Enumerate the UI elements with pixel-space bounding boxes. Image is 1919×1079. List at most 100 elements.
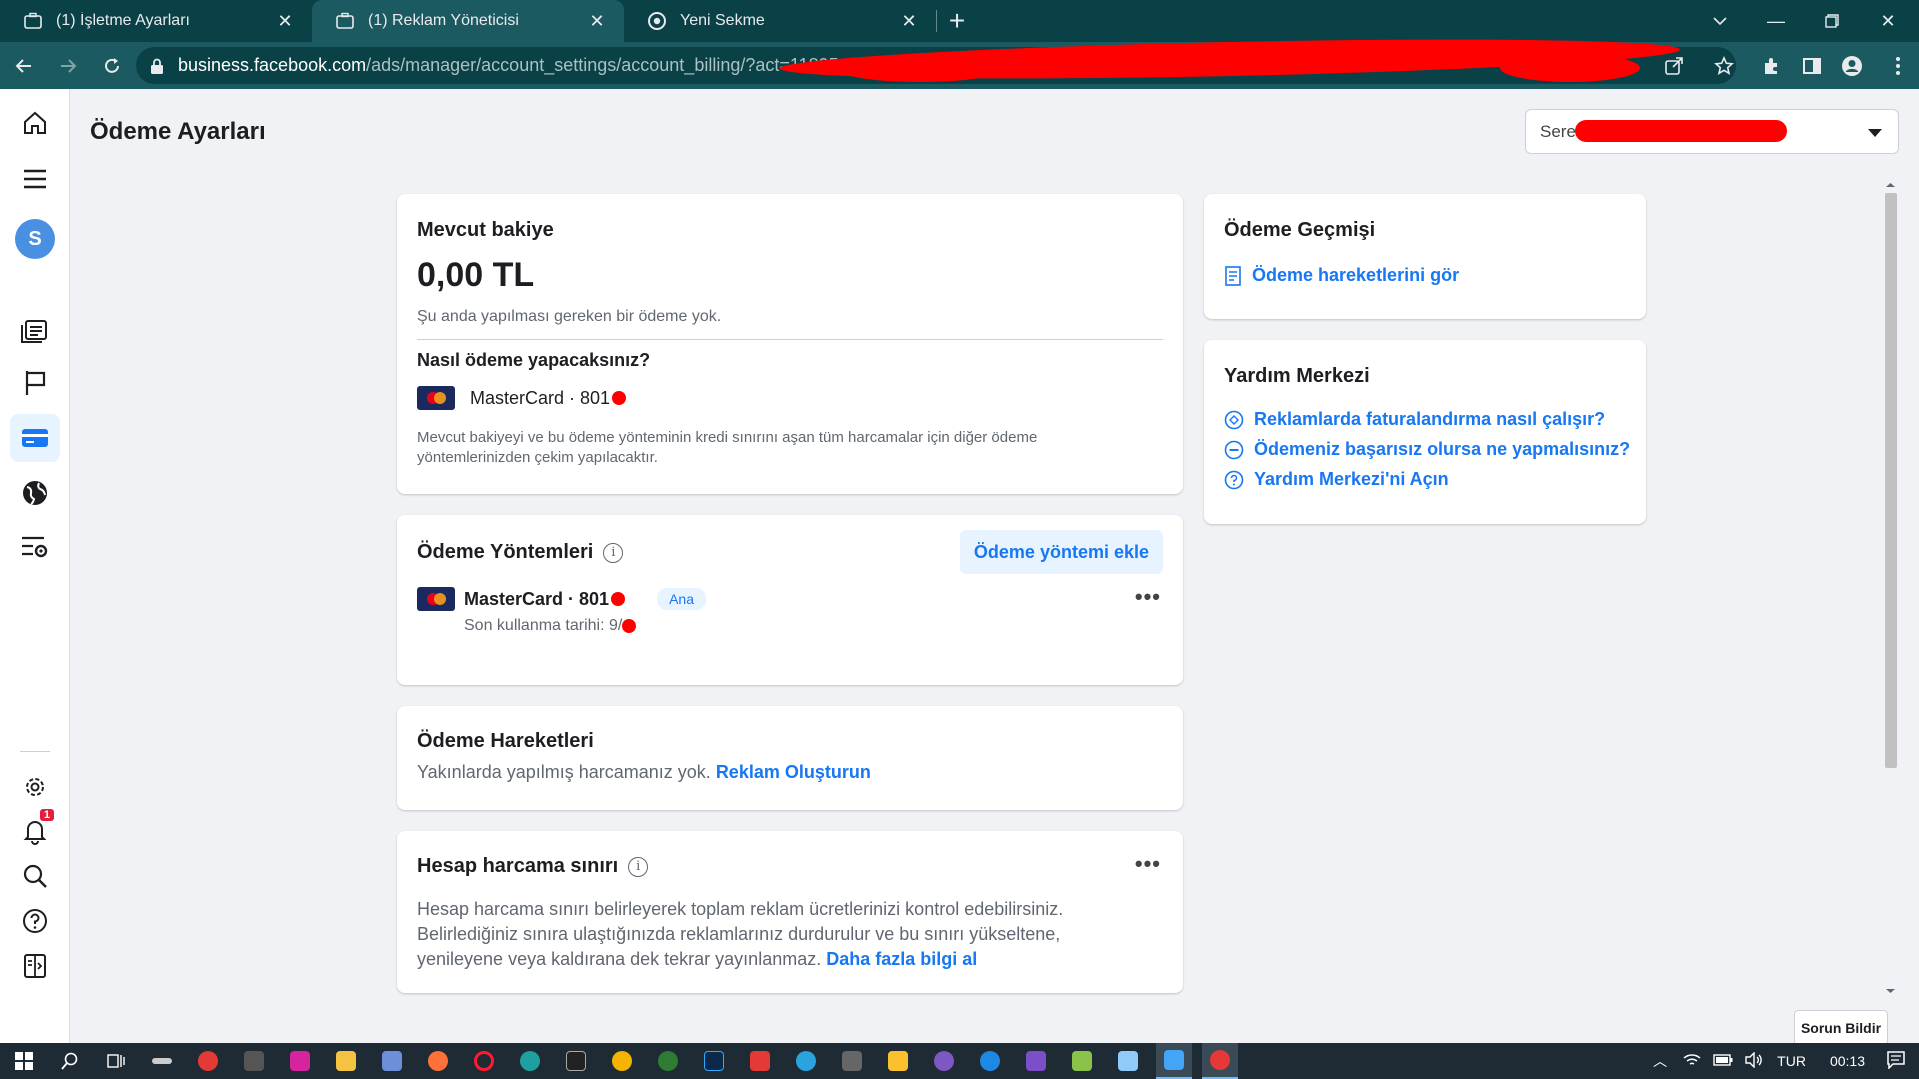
app-icon[interactable] <box>1110 1043 1146 1079</box>
globe-icon[interactable] <box>10 469 60 517</box>
visual-studio-icon[interactable] <box>1018 1043 1054 1079</box>
instagram-icon[interactable] <box>282 1043 318 1079</box>
reload-icon[interactable] <box>92 46 132 86</box>
settings-list-icon[interactable] <box>10 523 60 571</box>
app-icon[interactable] <box>926 1043 962 1079</box>
tab-new-tab[interactable]: Yeni Sekme ✕ <box>624 0 936 42</box>
app-icon[interactable] <box>374 1043 410 1079</box>
page-scrollbar[interactable] <box>1882 178 1899 996</box>
search-icon[interactable] <box>10 852 60 900</box>
help-center-card: Yardım Merkezi Reklamlarda faturalandırm… <box>1204 340 1646 524</box>
scrollbar-thumb[interactable] <box>1885 193 1897 768</box>
methods-title: Ödeme Yöntemleri <box>417 541 594 563</box>
notepad-icon[interactable] <box>1064 1043 1100 1079</box>
view-transactions-link[interactable]: Ödeme hareketlerini gör <box>1252 265 1459 286</box>
extensions-puzzle-icon[interactable] <box>1752 46 1792 86</box>
app-icon[interactable] <box>190 1043 226 1079</box>
wifi-icon[interactable] <box>1683 1053 1701 1070</box>
bookmark-star-icon[interactable] <box>1704 46 1744 86</box>
new-tab-button[interactable]: + <box>937 0 977 42</box>
app-icon[interactable] <box>236 1043 272 1079</box>
account-avatar[interactable]: S <box>10 215 60 263</box>
battery-icon[interactable] <box>1713 1053 1733 1069</box>
photoshop-icon[interactable] <box>696 1043 732 1079</box>
close-tab-icon[interactable]: ✕ <box>586 10 608 32</box>
task-view-icon[interactable] <box>98 1043 134 1079</box>
balance-title: Mevcut bakiye <box>417 219 554 241</box>
report-problem-button[interactable]: Sorun Bildir <box>1794 1010 1888 1045</box>
more-options-icon[interactable]: ••• <box>1135 584 1161 610</box>
side-panel-icon[interactable] <box>1792 46 1832 86</box>
current-balance-card: Mevcut bakiye 0,00 TL Şu anda yapılması … <box>397 194 1183 494</box>
learn-more-link[interactable]: Daha fazla bilgi al <box>826 949 977 969</box>
help-link-billing[interactable]: Reklamlarda faturalandırma nasıl çalışır… <box>1254 409 1605 430</box>
close-tab-icon[interactable]: ✕ <box>274 10 296 32</box>
billing-card-icon[interactable] <box>10 414 60 462</box>
chrome-icon[interactable] <box>604 1043 640 1079</box>
tab-label: (1) İşletme Ayarları <box>56 12 190 29</box>
profile-icon[interactable] <box>1832 46 1872 86</box>
clock[interactable]: 00:13 <box>1830 1053 1865 1069</box>
help-link-row[interactable]: Reklamlarda faturalandırma nasıl çalışır… <box>1224 409 1630 430</box>
app-icon[interactable] <box>144 1043 180 1079</box>
app-icon[interactable] <box>1156 1043 1192 1079</box>
close-tab-icon[interactable]: ✕ <box>898 10 920 32</box>
gear-icon[interactable] <box>10 763 60 811</box>
redaction-mark <box>612 391 627 405</box>
telegram-icon[interactable] <box>788 1043 824 1079</box>
notifications-bell-icon[interactable]: 1 <box>10 807 60 855</box>
minus-circle-icon <box>1224 440 1244 459</box>
activity-text: Yakınlarda yapılmış harcamanız yok. <box>417 762 711 782</box>
help-link-row[interactable]: Yardım Merkezi'ni Açın <box>1224 469 1630 490</box>
forward-arrow-icon[interactable] <box>48 46 88 86</box>
url-path: /ads/manager/account_settings/account_bi… <box>366 55 839 75</box>
view-transactions-row[interactable]: Ödeme hareketlerini gör <box>1224 265 1459 286</box>
tray-chevron-up-icon[interactable]: ︿ <box>1653 1051 1667 1071</box>
help-question-icon[interactable] <box>10 897 60 945</box>
notification-center-icon[interactable] <box>1887 1050 1905 1072</box>
share-icon[interactable] <box>1654 46 1694 86</box>
volume-icon[interactable] <box>1745 1050 1763 1071</box>
add-payment-method-button[interactable]: Ödeme yöntemi ekle <box>959 530 1163 574</box>
input-language[interactable]: TUR <box>1777 1053 1806 1069</box>
tab-business-settings[interactable]: (1) İşletme Ayarları ✕ <box>0 0 312 42</box>
create-ad-link[interactable]: Reklam Oluşturun <box>716 762 871 782</box>
more-options-icon[interactable]: ••• <box>1135 851 1161 877</box>
restore-window-button[interactable] <box>1804 0 1860 42</box>
terminal-icon[interactable] <box>558 1043 594 1079</box>
minimize-window-button[interactable]: — <box>1748 0 1804 42</box>
help-links: Reklamlarda faturalandırma nasıl çalışır… <box>1224 400 1630 490</box>
back-arrow-icon[interactable] <box>4 46 44 86</box>
app-icon[interactable] <box>972 1043 1008 1079</box>
firefox-icon[interactable] <box>420 1043 456 1079</box>
tab-ads-manager[interactable]: (1) Reklam Yöneticisi ✕ <box>312 0 624 42</box>
info-icon[interactable]: i <box>603 542 624 563</box>
tab-search-chevron-icon[interactable] <box>1692 0 1748 42</box>
chrome-icon[interactable] <box>1202 1043 1238 1079</box>
edge-icon[interactable] <box>512 1043 548 1079</box>
app-icon[interactable] <box>650 1043 686 1079</box>
opera-icon[interactable] <box>466 1043 502 1079</box>
scroll-down-arrow-icon[interactable] <box>1882 986 1899 996</box>
flag-icon[interactable] <box>10 359 60 407</box>
campaigns-icon[interactable] <box>10 305 60 353</box>
account-spending-limit-card: Hesap harcama sınırı i ••• Hesap harcama… <box>397 831 1183 993</box>
app-icon[interactable] <box>880 1043 916 1079</box>
app-icon[interactable] <box>834 1043 870 1079</box>
help-link-failed-payment[interactable]: Ödemeniz başarısız olursa ne yapmalısını… <box>1254 439 1630 460</box>
question-circle-icon <box>1224 470 1244 489</box>
menu-hamburger-icon[interactable] <box>10 155 60 203</box>
app-icon[interactable] <box>742 1043 778 1079</box>
redaction-mark <box>622 619 637 633</box>
panel-toggle-icon[interactable] <box>10 942 60 990</box>
help-link-row[interactable]: Ödemeniz başarısız olursa ne yapmalısını… <box>1224 439 1630 460</box>
scroll-up-arrow-icon[interactable] <box>1882 180 1899 190</box>
info-icon[interactable]: i <box>628 856 649 877</box>
browser-menu-icon[interactable] <box>1878 46 1918 86</box>
file-explorer-icon[interactable] <box>328 1043 364 1079</box>
help-link-open-center[interactable]: Yardım Merkezi'ni Açın <box>1254 469 1449 490</box>
windows-start-icon[interactable] <box>6 1043 42 1079</box>
home-icon[interactable] <box>10 99 60 147</box>
taskbar-search-icon[interactable] <box>52 1043 88 1079</box>
close-window-button[interactable]: ✕ <box>1860 0 1916 42</box>
